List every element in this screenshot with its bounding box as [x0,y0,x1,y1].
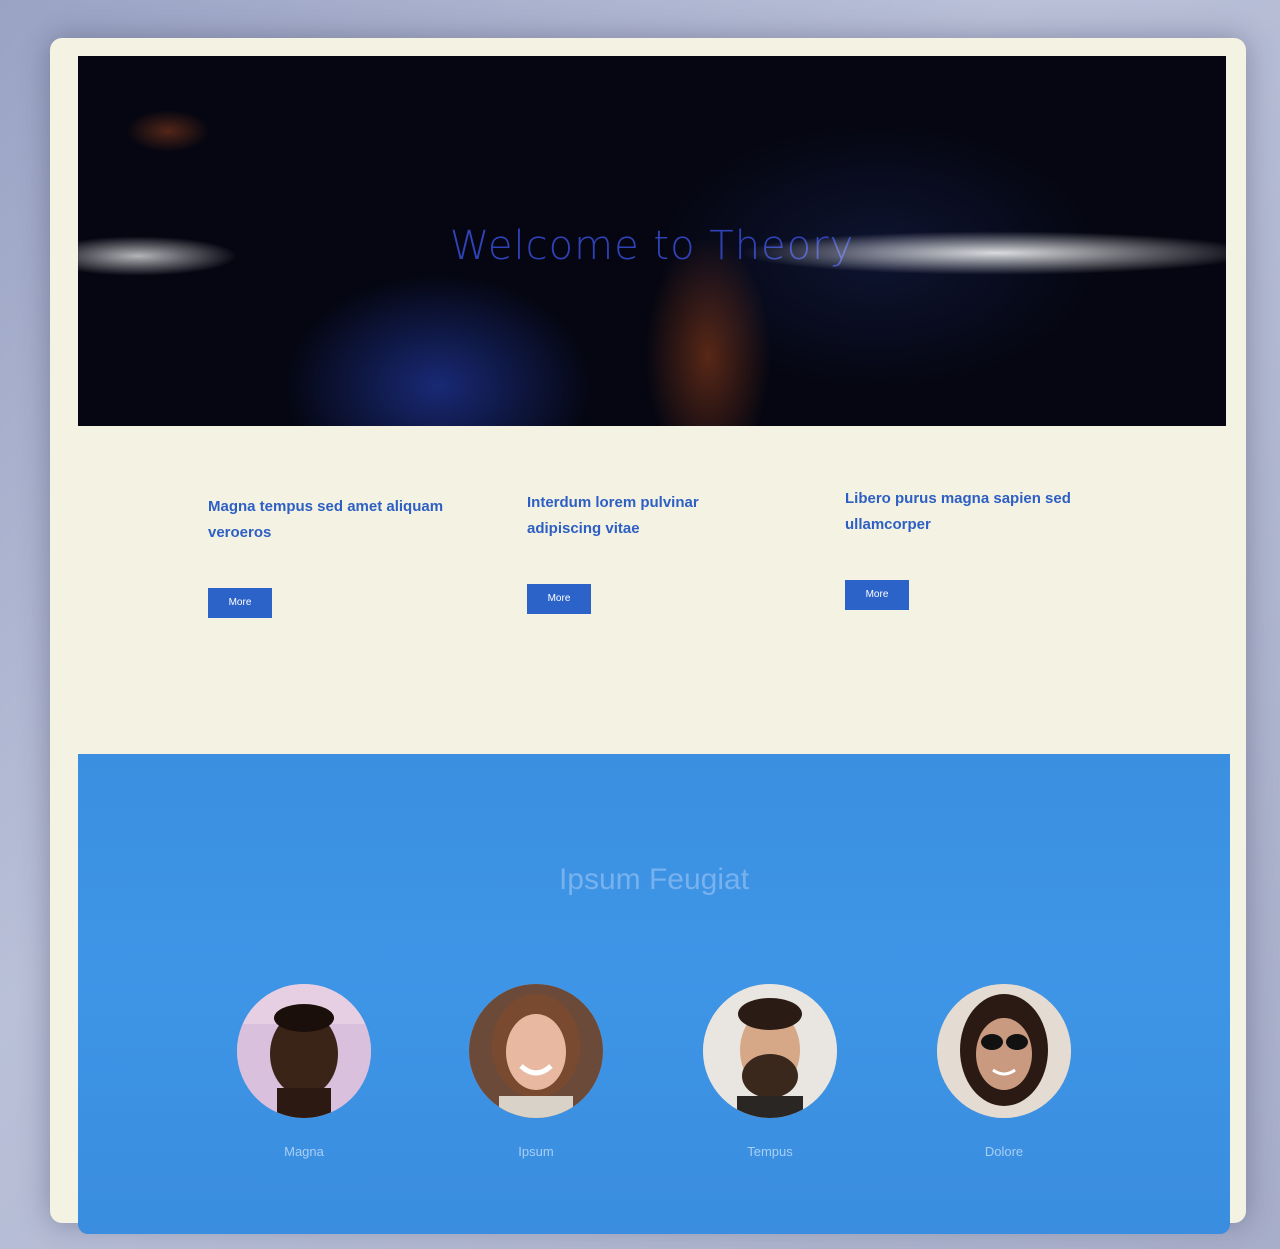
more-button[interactable]: More [208,588,272,618]
hero-title: Welcome to Theory [449,222,855,269]
avatar [237,984,371,1118]
team-member: Tempus [690,984,850,1167]
features-section: Magna tempus sed amet aliquam veroeros M… [78,426,1226,736]
member-name: Tempus [747,1144,793,1159]
avatar [469,984,603,1118]
team-member: Dolore [924,984,1084,1167]
team-title: Ipsum Feugiat [558,862,750,896]
more-button[interactable]: More [527,584,591,614]
member-name: Dolore [984,1144,1024,1159]
member-name: Magna [284,1144,324,1159]
feature-heading: Interdum lorem pulvinar adipiscing vitae [527,494,699,537]
web-page: Welcome to Theory Magna tempus sed amet … [78,56,1230,1234]
more-button[interactable]: More [845,580,909,610]
monitor-frame: Welcome to Theory Magna tempus sed amet … [50,38,1246,1234]
hero-banner: Welcome to Theory [78,56,1226,426]
feature-heading: Libero purus magna sapien sed ullamcorpe… [845,490,1071,533]
feature-card: Magna tempus sed amet aliquam veroeros M… [208,494,448,618]
avatar [703,984,837,1118]
feature-heading: Magna tempus sed amet aliquam veroeros [208,498,444,541]
team-member: Magna [224,984,384,1167]
avatar [937,984,1071,1118]
feature-card: Interdum lorem pulvinar adipiscing vitae… [527,490,767,614]
feature-card: Libero purus magna sapien sed ullamcorpe… [845,486,1085,610]
member-name: Ipsum [518,1144,554,1159]
team-member: Ipsum [456,984,616,1167]
team-section: Ipsum Feugiat Magna Ipsum Tempus Dolore [78,754,1230,1234]
